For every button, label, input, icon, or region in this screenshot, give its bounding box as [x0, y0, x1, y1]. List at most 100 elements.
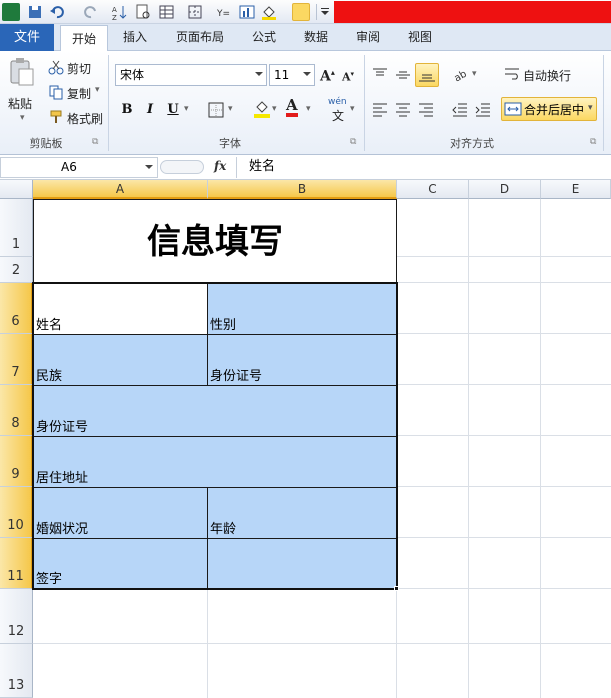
row-header-10[interactable]: 10	[0, 487, 33, 538]
orientation-icon[interactable]: ab	[452, 66, 468, 85]
cell-label-marital: 婚姻状况	[36, 522, 89, 537]
font-color-dropdown-icon[interactable]: ▾	[306, 104, 311, 114]
column-header-d[interactable]: D	[469, 180, 541, 199]
tab-file[interactable]: 文件	[0, 24, 54, 51]
paste-button[interactable]: 粘贴	[8, 95, 32, 112]
clipboard-launcher-icon[interactable]: ⧉	[92, 137, 98, 147]
format-painter-button[interactable]: 格式刷	[67, 110, 103, 127]
font-launcher-icon[interactable]: ⧉	[350, 137, 356, 147]
fill-color-icon[interactable]	[254, 99, 270, 119]
formula-bar-splitter[interactable]	[160, 160, 204, 174]
tab-home[interactable]: 开始	[60, 25, 108, 52]
column-header-e[interactable]: E	[541, 180, 611, 199]
grow-font-icon[interactable]: A▴	[320, 67, 335, 85]
insert-function-icon[interactable]: fx	[214, 159, 226, 173]
chart-icon[interactable]	[238, 3, 256, 21]
bold-button[interactable]: B	[117, 99, 137, 121]
cell-a8[interactable]: 身份证号	[33, 385, 397, 437]
wrap-text-button[interactable]: 自动换行	[523, 67, 571, 84]
cut-icon[interactable]	[48, 59, 64, 75]
fill-color-icon[interactable]	[260, 3, 278, 21]
tab-formulas[interactable]: 公式	[244, 24, 284, 51]
tab-page-layout[interactable]: 页面布局	[168, 24, 232, 51]
filter-icon[interactable]: Y=	[216, 3, 234, 21]
save-icon[interactable]	[26, 3, 44, 21]
formula-input[interactable]: 姓名	[236, 157, 611, 178]
cell-a9[interactable]: 居住地址	[33, 436, 397, 488]
fill-color-dropdown-icon[interactable]: ▾	[272, 104, 277, 114]
phonetic-dropdown-icon[interactable]: ▾	[350, 104, 355, 114]
print-preview-icon[interactable]	[134, 3, 152, 21]
title-cell[interactable]: 信息填写	[33, 199, 397, 283]
cell-a6[interactable]: 姓名	[33, 283, 208, 335]
alignment-launcher-icon[interactable]: ⧉	[590, 137, 596, 147]
cell-b10[interactable]: 年龄	[207, 487, 397, 539]
column-header-a[interactable]: A	[33, 180, 208, 199]
borders-icon[interactable]	[208, 102, 224, 118]
column-header-b[interactable]: B	[208, 180, 397, 199]
tab-insert[interactable]: 插入	[113, 24, 157, 51]
row-header-11[interactable]: 11	[0, 538, 33, 589]
undo-icon[interactable]	[48, 3, 66, 21]
font-group-label: 字体	[219, 137, 241, 150]
align-center-icon[interactable]	[395, 101, 411, 117]
align-middle-icon[interactable]	[395, 67, 411, 83]
orientation-dropdown-icon[interactable]: ▾	[472, 69, 477, 79]
borders-icon[interactable]	[186, 3, 204, 21]
copy-button[interactable]: 复制	[67, 85, 91, 102]
underline-button[interactable]: U	[163, 99, 183, 121]
align-bottom-button[interactable]	[415, 63, 439, 87]
column-header-c[interactable]: C	[397, 180, 469, 199]
row-header-2[interactable]: 2	[0, 257, 33, 283]
italic-button[interactable]: I	[140, 99, 160, 121]
fill-handle[interactable]	[394, 586, 399, 591]
row-header-label: 11	[7, 569, 24, 584]
worksheet-grid[interactable]: A B C D E 1 2 6 7 8 9 10 11 12 13 信息填写 姓…	[0, 180, 611, 698]
cell-a10[interactable]: 婚姻状况	[33, 487, 208, 539]
merge-center-dropdown-icon[interactable]: ▾	[588, 103, 593, 113]
redo-icon[interactable]	[82, 3, 100, 21]
cut-button[interactable]: 剪切	[67, 60, 91, 77]
row-header-9[interactable]: 9	[0, 436, 33, 487]
row-header-12[interactable]: 12	[0, 589, 33, 644]
wrap-text-icon[interactable]	[504, 66, 520, 82]
tab-review[interactable]: 审阅	[348, 24, 388, 51]
tab-data[interactable]: 数据	[296, 24, 336, 51]
cell-a7[interactable]: 民族	[33, 334, 208, 386]
cell-b11[interactable]	[207, 538, 397, 589]
font-name-value: 宋体	[120, 68, 145, 82]
shrink-font-icon[interactable]: A▾	[342, 69, 354, 84]
cell-b7[interactable]: 身份证号	[207, 334, 397, 386]
sort-icon[interactable]: AZ	[110, 3, 128, 22]
select-all-corner[interactable]	[0, 180, 33, 199]
align-right-icon[interactable]	[418, 101, 434, 117]
cell-a11[interactable]: 签字	[33, 538, 208, 589]
format-painter-icon[interactable]	[48, 109, 64, 125]
underline-dropdown-icon[interactable]: ▾	[184, 104, 189, 114]
name-box[interactable]: A6	[0, 157, 158, 178]
paste-dropdown-icon[interactable]: ▾	[20, 113, 25, 123]
table-icon[interactable]	[158, 3, 176, 21]
increase-indent-icon[interactable]	[475, 101, 491, 117]
copy-icon[interactable]	[48, 84, 64, 100]
align-left-icon[interactable]	[372, 101, 388, 117]
row-header-7[interactable]: 7	[0, 334, 33, 385]
cell-b6[interactable]: 性别	[207, 283, 397, 335]
decrease-indent-icon[interactable]	[452, 101, 468, 117]
row-header-1[interactable]: 1	[0, 199, 33, 257]
row-header-13[interactable]: 13	[0, 644, 33, 698]
merge-center-button[interactable]: 合并后居中 ▾	[501, 97, 597, 121]
merge-center-qat-icon[interactable]	[292, 3, 310, 21]
row-header-8[interactable]: 8	[0, 385, 33, 436]
borders-dropdown-icon[interactable]: ▾	[228, 104, 233, 114]
copy-dropdown-icon[interactable]: ▾	[95, 85, 100, 95]
paste-icon[interactable]	[8, 57, 36, 87]
phonetic-button[interactable]: wén	[328, 97, 347, 107]
svg-text:A: A	[112, 6, 117, 14]
font-size-select[interactable]: 11	[269, 64, 315, 86]
row-header-6[interactable]: 6	[0, 283, 33, 334]
align-top-icon[interactable]	[372, 67, 388, 83]
font-color-button[interactable]: A	[286, 97, 298, 117]
tab-view[interactable]: 视图	[400, 24, 440, 51]
font-name-select[interactable]: 宋体	[115, 64, 267, 86]
